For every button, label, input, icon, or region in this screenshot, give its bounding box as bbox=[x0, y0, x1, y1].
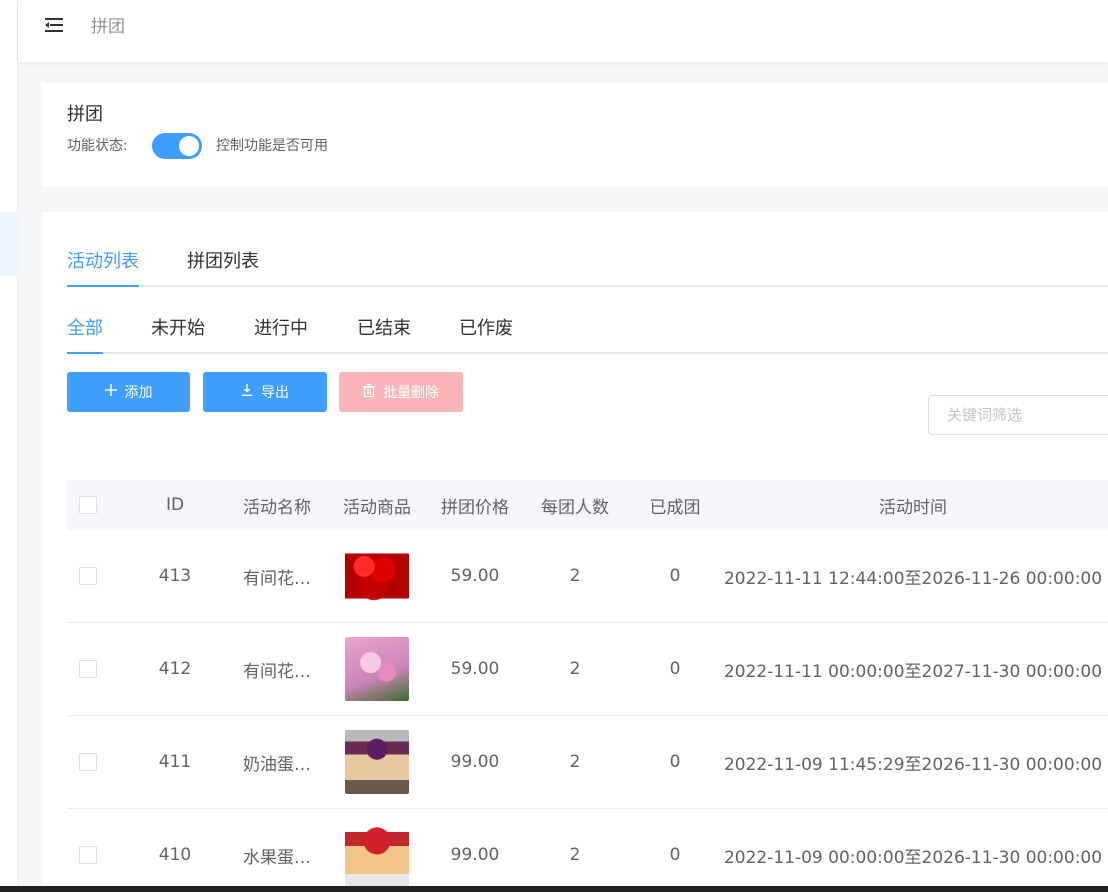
status-hint: 控制功能是否可用 bbox=[216, 138, 328, 154]
row-checkbox[interactable] bbox=[79, 660, 97, 678]
batch-delete-label: 批量删除 bbox=[383, 385, 439, 401]
export-button[interactable]: 导出 bbox=[203, 372, 327, 412]
keyword-search-input[interactable] bbox=[928, 395, 1108, 435]
tab-in-progress[interactable]: 进行中 bbox=[254, 316, 308, 354]
row-price: 59.00 bbox=[450, 659, 500, 679]
table-row[interactable]: 410 水果蛋… 99.00 2 0 2022-11-09 00:00:00至2… bbox=[67, 809, 1108, 892]
export-button-label: 导出 bbox=[261, 385, 289, 401]
trash-icon bbox=[363, 383, 375, 401]
menu-fold-icon[interactable] bbox=[44, 15, 64, 35]
sidebar bbox=[0, 0, 18, 892]
table-row[interactable]: 413 有间花… 59.00 2 0 2022-11-11 12:44:00至2… bbox=[67, 530, 1108, 623]
row-group-size: 2 bbox=[569, 659, 581, 679]
top-header: 拼团 bbox=[18, 0, 1108, 62]
row-id: 410 bbox=[158, 845, 192, 865]
row-name: 有间花… bbox=[243, 568, 311, 589]
product-image[interactable] bbox=[345, 730, 409, 794]
row-price: 99.00 bbox=[450, 845, 500, 865]
add-button[interactable]: 添加 bbox=[67, 372, 190, 412]
plus-icon bbox=[104, 384, 117, 400]
header-time: 活动时间 bbox=[879, 497, 947, 518]
batch-delete-button[interactable]: 批量删除 bbox=[339, 372, 463, 412]
row-id: 413 bbox=[158, 566, 192, 586]
feature-toggle-switch[interactable] bbox=[152, 133, 202, 159]
table-row[interactable]: 411 奶油蛋… 99.00 2 0 2022-11-09 11:45:29至2… bbox=[67, 716, 1108, 809]
row-checkbox[interactable] bbox=[79, 567, 97, 585]
row-completed: 0 bbox=[669, 845, 681, 865]
row-name: 水果蛋… bbox=[243, 847, 311, 868]
row-time: 2022-11-11 00:00:00至2027-11-30 00:00:00 bbox=[723, 661, 1103, 682]
tab-all[interactable]: 全部 bbox=[67, 316, 103, 354]
row-completed: 0 bbox=[669, 566, 681, 586]
header-id: ID bbox=[165, 495, 185, 515]
tab-activity-list[interactable]: 活动列表 bbox=[67, 248, 139, 287]
table-header: ID 活动名称 活动商品 拼团价格 每团人数 已成团 活动时间 bbox=[67, 480, 1108, 530]
header-price: 拼团价格 bbox=[441, 497, 509, 518]
product-image[interactable] bbox=[345, 823, 409, 887]
row-completed: 0 bbox=[669, 659, 681, 679]
row-time: 2022-11-09 11:45:29至2026-11-30 00:00:00 bbox=[723, 754, 1103, 775]
row-id: 412 bbox=[158, 659, 192, 679]
row-group-size: 2 bbox=[569, 845, 581, 865]
row-time: 2022-11-11 12:44:00至2026-11-26 00:00:00 bbox=[723, 568, 1103, 589]
tab-voided[interactable]: 已作废 bbox=[459, 316, 513, 354]
breadcrumb-title: 拼团 bbox=[91, 17, 125, 37]
row-name: 奶油蛋… bbox=[243, 754, 311, 775]
download-icon bbox=[241, 384, 253, 400]
add-button-label: 添加 bbox=[124, 385, 153, 401]
select-all-checkbox[interactable] bbox=[79, 496, 97, 514]
row-id: 411 bbox=[158, 752, 192, 772]
row-price: 59.00 bbox=[450, 566, 500, 586]
row-name: 有间花… bbox=[243, 661, 311, 682]
header-group-size: 每团人数 bbox=[541, 497, 609, 518]
row-checkbox[interactable] bbox=[79, 846, 97, 864]
header-product: 活动商品 bbox=[343, 497, 411, 518]
row-completed: 0 bbox=[669, 752, 681, 772]
row-group-size: 2 bbox=[569, 752, 581, 772]
activity-table: ID 活动名称 活动商品 拼团价格 每团人数 已成团 活动时间 413 有间花…… bbox=[67, 480, 1108, 892]
table-row[interactable]: 412 有间花… 59.00 2 0 2022-11-11 00:00:00至2… bbox=[67, 623, 1108, 716]
switch-knob bbox=[179, 136, 199, 156]
row-group-size: 2 bbox=[569, 566, 581, 586]
row-time: 2022-11-09 00:00:00至2026-11-30 00:00:00 bbox=[723, 847, 1103, 868]
primary-tabs: 活动列表 拼团列表 bbox=[67, 248, 1108, 287]
tab-ended[interactable]: 已结束 bbox=[357, 316, 411, 354]
status-card: 拼团 功能状态: 控制功能是否可用 bbox=[42, 83, 1108, 187]
horizontal-scrollbar[interactable] bbox=[0, 886, 1108, 892]
status-filter-tabs: 全部 未开始 进行中 已结束 已作废 bbox=[67, 316, 1108, 354]
row-checkbox[interactable] bbox=[79, 753, 97, 771]
header-name: 活动名称 bbox=[243, 497, 311, 518]
status-label: 功能状态: bbox=[67, 138, 128, 154]
product-image[interactable] bbox=[345, 637, 409, 701]
tab-not-started[interactable]: 未开始 bbox=[151, 316, 205, 354]
list-card: 活动列表 拼团列表 全部 未开始 进行中 已结束 已作废 添加 导出 批量删除 … bbox=[42, 212, 1108, 892]
tab-group-list[interactable]: 拼团列表 bbox=[187, 248, 259, 287]
sidebar-active-item[interactable] bbox=[0, 212, 18, 276]
card-title: 拼团 bbox=[67, 104, 103, 125]
header-completed: 已成团 bbox=[649, 497, 701, 518]
product-image[interactable] bbox=[345, 544, 409, 608]
row-price: 99.00 bbox=[450, 752, 500, 772]
